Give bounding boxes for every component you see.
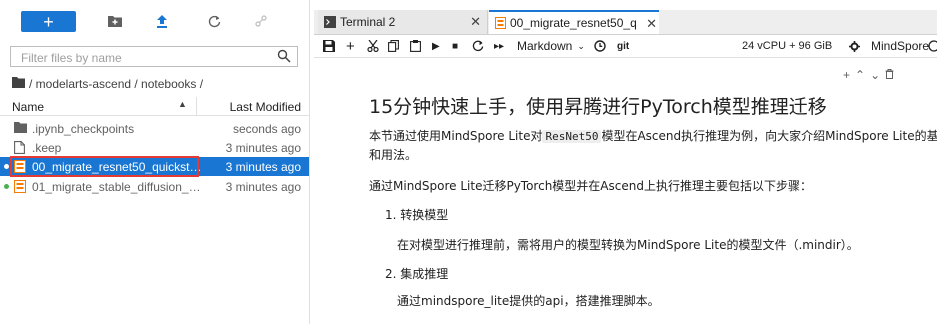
add-cell-icon[interactable]: + xyxy=(346,38,355,55)
delete-cell-icon[interactable] xyxy=(885,68,894,82)
run-icon[interactable]: ▶ xyxy=(432,38,440,54)
kernel-gear-icon xyxy=(849,38,860,54)
refresh-icon[interactable] xyxy=(206,13,222,29)
breadcrumb[interactable]: / modelarts-ascend / notebooks / xyxy=(12,76,203,92)
step2-title: 2. 集成推理 xyxy=(385,267,449,281)
file-name: .keep xyxy=(32,141,62,155)
file-row[interactable]: 01_migrate_stable_diffusion_quick... 3 m… xyxy=(0,177,309,196)
file-filter-search[interactable] xyxy=(10,46,298,68)
file-browser-panel: + / modelarts-ascend / notebooks / Name … xyxy=(0,0,310,324)
search-icon xyxy=(277,49,291,63)
file-modified: 3 minutes ago xyxy=(225,160,301,174)
upload-icon[interactable] xyxy=(154,13,170,29)
cut-icon[interactable] xyxy=(367,38,379,54)
cell-type-value: Markdown xyxy=(517,39,573,53)
file-browser-toolbar: + xyxy=(0,0,309,40)
tab-label: 00_migrate_resnet50_quickst xyxy=(510,16,636,30)
column-divider[interactable] xyxy=(196,97,197,115)
stop-icon[interactable]: ■ xyxy=(452,38,458,54)
tab-bar: Terminal 2 ✕ 00_migrate_resnet50_quickst… xyxy=(314,10,937,35)
step1-title: 1. 转换模型 xyxy=(385,208,449,222)
running-indicator xyxy=(4,184,9,189)
copy-icon[interactable] xyxy=(388,38,399,54)
notebook-toolbar: + ▶ ■ ▸▸ Markdown ⌄ git 24 vCPU + 96 GiB… xyxy=(314,35,937,58)
intro-paragraph-line2: 和用法。 xyxy=(369,148,418,162)
add-below-icon[interactable]: + xyxy=(843,68,850,82)
file-icon xyxy=(14,141,27,154)
new-launcher-button[interactable]: + xyxy=(21,11,76,32)
notebook-icon xyxy=(495,17,506,29)
home-folder-icon[interactable] xyxy=(12,77,25,91)
tab-label: Terminal 2 xyxy=(340,15,396,29)
kernel-name[interactable]: MindSpore xyxy=(871,38,929,54)
file-list-header: Name ▲ Last Modified xyxy=(0,97,309,116)
file-name: 01_migrate_stable_diffusion_quick... xyxy=(32,180,202,194)
git-label[interactable]: git xyxy=(617,38,629,54)
notebook-area: Terminal 2 ✕ 00_migrate_resnet50_quickst… xyxy=(314,0,937,324)
git-clone-icon[interactable] xyxy=(253,13,269,29)
new-folder-icon[interactable] xyxy=(107,13,123,29)
restart-icon[interactable] xyxy=(472,38,484,54)
notebook-title: 15分钟快速上手，使用昇腾进行PyTorch模型推理迁移 xyxy=(369,96,827,118)
file-modified: 3 minutes ago xyxy=(225,180,301,194)
file-name: .ipynb_checkpoints xyxy=(32,122,135,136)
terminal-icon xyxy=(324,16,336,28)
resource-info: 24 vCPU + 96 GiB xyxy=(742,40,833,52)
step2-description: 通过mindspore_lite提供的api，搭建推理脚本。 xyxy=(397,294,660,308)
folder-icon xyxy=(14,122,27,135)
file-modified: 3 minutes ago xyxy=(225,141,301,155)
steps-intro: 通过MindSpore Lite迁移PyTorch模型并在Ascend上执行推理… xyxy=(369,179,812,193)
file-row[interactable]: .keep 3 minutes ago xyxy=(0,138,309,157)
move-down-icon[interactable]: ⌄ xyxy=(870,68,880,82)
file-modified: seconds ago xyxy=(232,122,301,136)
column-modified-header[interactable]: Last Modified xyxy=(230,100,301,114)
file-row[interactable]: .ipynb_checkpoints seconds ago xyxy=(0,119,309,138)
highlight-annotation-box xyxy=(10,156,199,177)
tab-terminal[interactable]: Terminal 2 ✕ xyxy=(318,10,488,34)
move-up-icon[interactable]: ⌃ xyxy=(855,68,865,82)
kernel-status-icon xyxy=(928,38,937,54)
column-name-header[interactable]: Name xyxy=(12,100,44,114)
clock-icon[interactable] xyxy=(594,38,606,54)
save-icon[interactable] xyxy=(323,38,335,54)
intro-text: 模型在Ascend执行推理为例，向大家介绍MindSpore Lite的基础功能 xyxy=(601,129,937,143)
intro-paragraph: 本节通过使用MindSpore Lite对 ResNet50 模型在Ascend执行… xyxy=(369,127,937,144)
cell-type-dropdown[interactable]: Markdown ⌄ xyxy=(517,38,585,54)
cell-toolbar: + ⌃ ⌄ xyxy=(843,68,894,82)
step1-description: 在对模型进行推理前，需将用户的模型转换为MindSpore Lite的模型文件（… xyxy=(397,238,859,252)
chevron-down-icon: ⌄ xyxy=(577,40,585,51)
breadcrumb-path[interactable]: / modelarts-ascend / notebooks / xyxy=(29,77,203,91)
running-indicator xyxy=(4,164,9,169)
fast-forward-icon[interactable]: ▸▸ xyxy=(494,38,504,54)
sort-ascending-icon[interactable]: ▲ xyxy=(178,99,187,109)
inline-code: ResNet50 xyxy=(542,130,602,143)
close-icon[interactable]: ✕ xyxy=(646,16,657,32)
paste-icon[interactable] xyxy=(410,38,421,54)
tab-notebook[interactable]: 00_migrate_resnet50_quickst ✕ xyxy=(489,10,659,34)
intro-text: 本节通过使用MindSpore Lite对 xyxy=(369,129,543,143)
close-icon[interactable]: ✕ xyxy=(470,14,481,30)
notebook-icon xyxy=(14,180,27,193)
search-input[interactable] xyxy=(19,48,273,68)
